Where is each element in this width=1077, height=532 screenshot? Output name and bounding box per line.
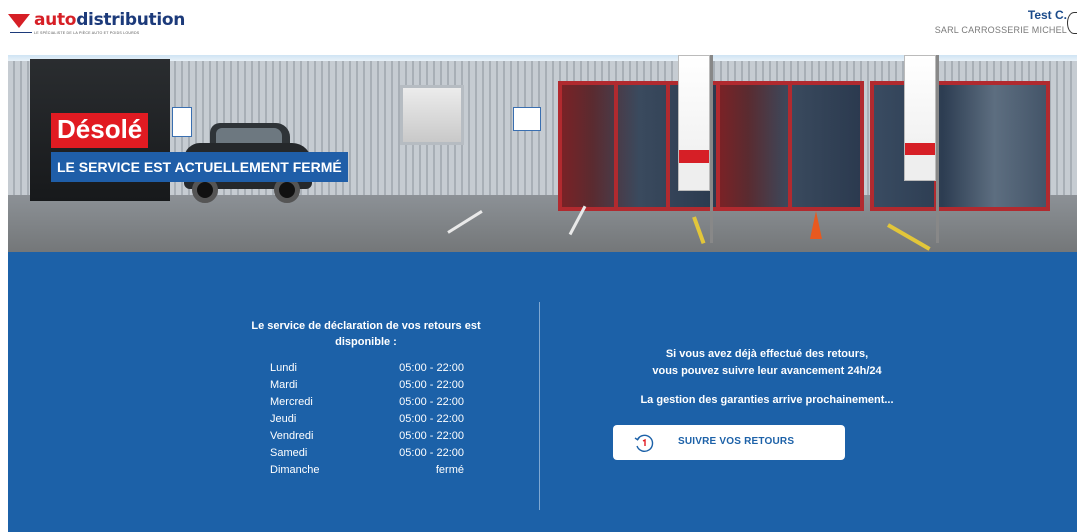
schedule-row: Dimanche fermé (270, 464, 464, 481)
schedule-row: Mardi 05:00 - 22:00 (270, 379, 464, 396)
schedule-hours: 05:00 - 22:00 (399, 379, 464, 391)
schedule-hours: 05:00 - 22:00 (399, 413, 464, 425)
closed-subtitle: LE SERVICE EST ACTUELLEMENT FERMÉ (51, 152, 348, 182)
schedule-row: Mercredi 05:00 - 22:00 (270, 396, 464, 413)
schedule-hours: fermé (435, 464, 464, 476)
schedule-day: Lundi (270, 362, 297, 374)
logo-wordmark: autodistribution (34, 10, 186, 30)
schedule-hours: 05:00 - 22:00 (399, 362, 464, 374)
header: autodistribution LE SPÉCIALISTE DE LA PI… (0, 0, 1077, 55)
track-returns-button[interactable]: SUIVRE VOS RETOURS (613, 425, 845, 460)
user-avatar-icon[interactable] (1067, 12, 1077, 34)
vertical-divider (539, 302, 540, 510)
banner-flag (904, 55, 936, 181)
schedule-row: Samedi 05:00 - 22:00 (270, 447, 464, 464)
schedule-row: Jeudi 05:00 - 22:00 (270, 413, 464, 430)
returns-text-line1: Si vous avez déjà effectué des retours, (665, 348, 869, 360)
availability-title: Le service de déclaration de vos retours… (251, 320, 481, 348)
autodistribution-logo[interactable]: autodistribution LE SPÉCIALISTE DE LA PI… (8, 10, 185, 38)
schedule-day: Vendredi (270, 430, 314, 442)
schedule-day: Jeudi (270, 413, 297, 425)
returns-text-line2: vous pouvez suivre leur avancement 24h/2… (652, 365, 882, 377)
traffic-cone (810, 211, 822, 239)
user-menu[interactable]: Test C. SARL CARROSSERIE MICHEL (935, 8, 1067, 35)
closed-title: Désolé (51, 113, 149, 148)
wall-sign (513, 107, 541, 131)
logo-tagline: LE SPÉCIALISTE DE LA PIÈCE AUTO ET POIDS… (34, 31, 140, 35)
logo-triangle-icon (8, 14, 30, 28)
returns-info: Si vous avez déjà effectué des retours, … (569, 346, 965, 409)
flag-pole (710, 55, 713, 243)
banner-flag (678, 55, 710, 191)
logo-underline (10, 32, 32, 33)
shop-door (716, 81, 864, 211)
track-returns-label: SUIVRE VOS RETOURS (678, 436, 795, 447)
schedule-day: Mardi (270, 379, 298, 391)
opening-hours: Lundi 05:00 - 22:00 Mardi 05:00 - 22:00 … (270, 362, 464, 481)
building-window (400, 85, 464, 145)
user-name: Test C. (1027, 8, 1067, 22)
schedule-hours: 05:00 - 22:00 (399, 447, 464, 459)
schedule-row: Vendredi 05:00 - 22:00 (270, 430, 464, 447)
schedule-row: Lundi 05:00 - 22:00 (270, 362, 464, 379)
warranty-notice: La gestion des garanties arrive prochain… (640, 394, 894, 406)
schedule-day: Mercredi (270, 396, 313, 408)
shop-window (870, 81, 1050, 211)
schedule-day: Dimanche (270, 464, 320, 476)
info-panel: Le service de déclaration de vos retours… (8, 252, 1077, 532)
history-clock-icon (634, 434, 654, 452)
schedule-day: Samedi (270, 447, 308, 459)
schedule-hours: 05:00 - 22:00 (399, 396, 464, 408)
hero-banner: Désolé LE SERVICE EST ACTUELLEMENT FERMÉ (8, 55, 1077, 252)
flag-pole (936, 55, 939, 243)
schedule-hours: 05:00 - 22:00 (399, 430, 464, 442)
user-company: SARL CARROSSERIE MICHEL (934, 25, 1067, 35)
